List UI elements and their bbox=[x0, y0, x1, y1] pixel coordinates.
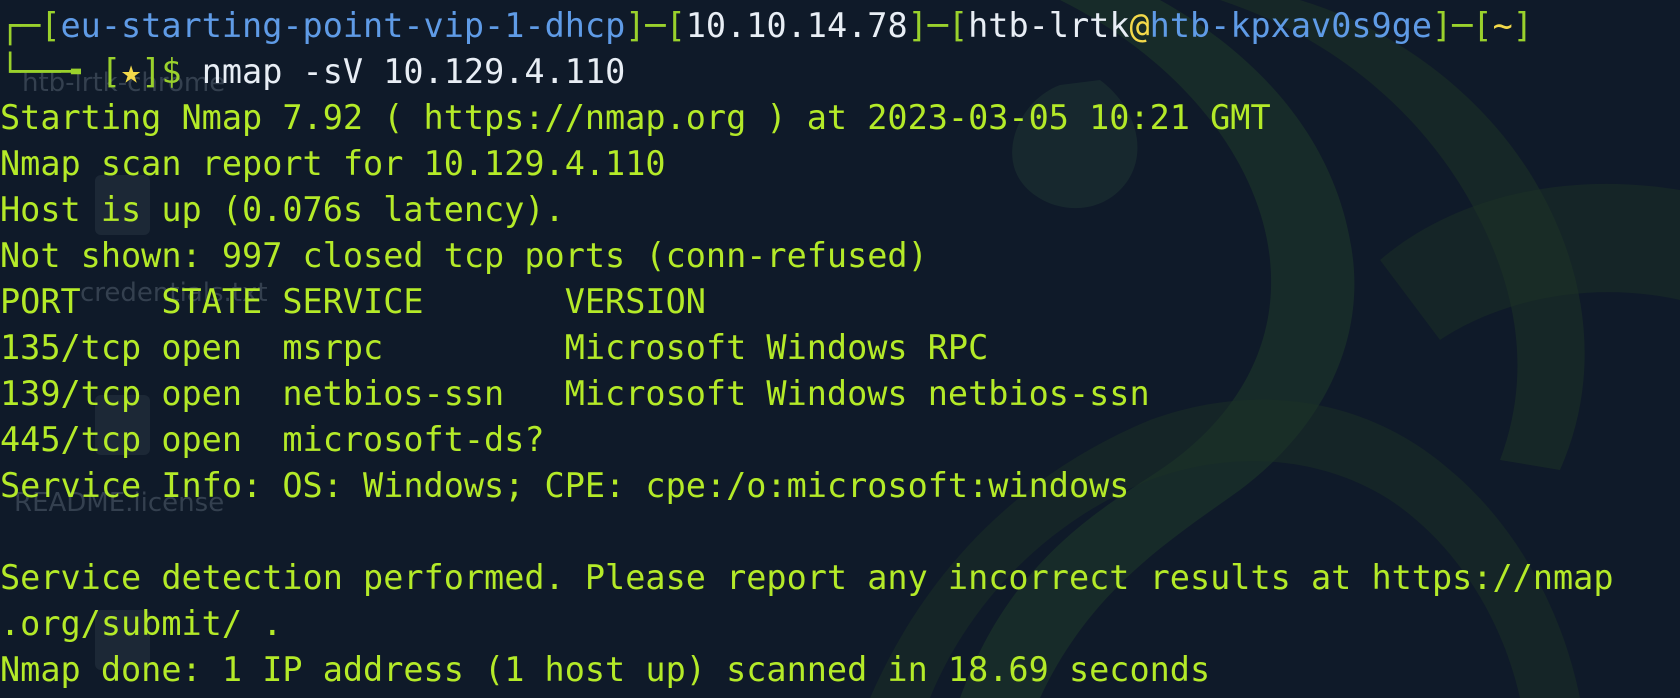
bracket: ] bbox=[1512, 6, 1533, 45]
prompt-line-command: └──╼ [★]$ nmap -sV 10.129.4.110 bbox=[0, 49, 625, 95]
star-icon: ★ bbox=[121, 52, 142, 91]
bracket: ]─[ bbox=[625, 6, 686, 45]
prompt-corner: ┌─ bbox=[0, 6, 41, 45]
bracket: [ bbox=[40, 6, 61, 45]
ip-address: 10.10.14.78 bbox=[685, 6, 908, 45]
output-line: 135/tcp open msrpc Microsoft Windows RPC bbox=[0, 328, 989, 367]
prompt-symbol: ]$ bbox=[141, 52, 202, 91]
username: htb-lrtk bbox=[968, 6, 1130, 45]
vpn-name: eu-starting-point-vip-1-dhcp bbox=[60, 6, 626, 45]
output-line: Host is up (0.076s latency). bbox=[0, 190, 565, 229]
command-text: nmap -sV 10.129.4.110 bbox=[201, 52, 626, 91]
terminal-window[interactable]: ┌─[eu-starting-point-vip-1-dhcp]─[10.10.… bbox=[0, 0, 1680, 698]
output-line: Starting Nmap 7.92 ( https://nmap.org ) … bbox=[0, 98, 1271, 137]
output-line: Nmap done: 1 IP address (1 host up) scan… bbox=[0, 650, 1211, 689]
output-line: Not shown: 997 closed tcp ports (conn-re… bbox=[0, 236, 928, 275]
output-line: Service Info: OS: Windows; CPE: cpe:/o:m… bbox=[0, 466, 1130, 505]
output-line: .org/submit/ . bbox=[0, 604, 283, 643]
hostname: htb-kpxav0s9ge bbox=[1149, 6, 1433, 45]
prompt-corner: └──╼ bbox=[0, 52, 101, 91]
bracket: [ bbox=[100, 52, 122, 91]
output-line: Service detection performed. Please repo… bbox=[0, 558, 1614, 597]
bracket: ]─[ bbox=[1432, 6, 1493, 45]
at-sign: @ bbox=[1129, 6, 1150, 45]
output-line: PORT STATE SERVICE VERSION bbox=[0, 282, 706, 321]
prompt-line-top: ┌─[eu-starting-point-vip-1-dhcp]─[10.10.… bbox=[0, 3, 1533, 49]
bracket: ]─[ bbox=[907, 6, 969, 45]
output-line: 139/tcp open netbios-ssn Microsoft Windo… bbox=[0, 374, 1150, 413]
output-line: 445/tcp open microsoft-ds? bbox=[0, 420, 545, 459]
current-directory: ~ bbox=[1492, 6, 1513, 45]
output-line: Nmap scan report for 10.129.4.110 bbox=[0, 144, 666, 183]
